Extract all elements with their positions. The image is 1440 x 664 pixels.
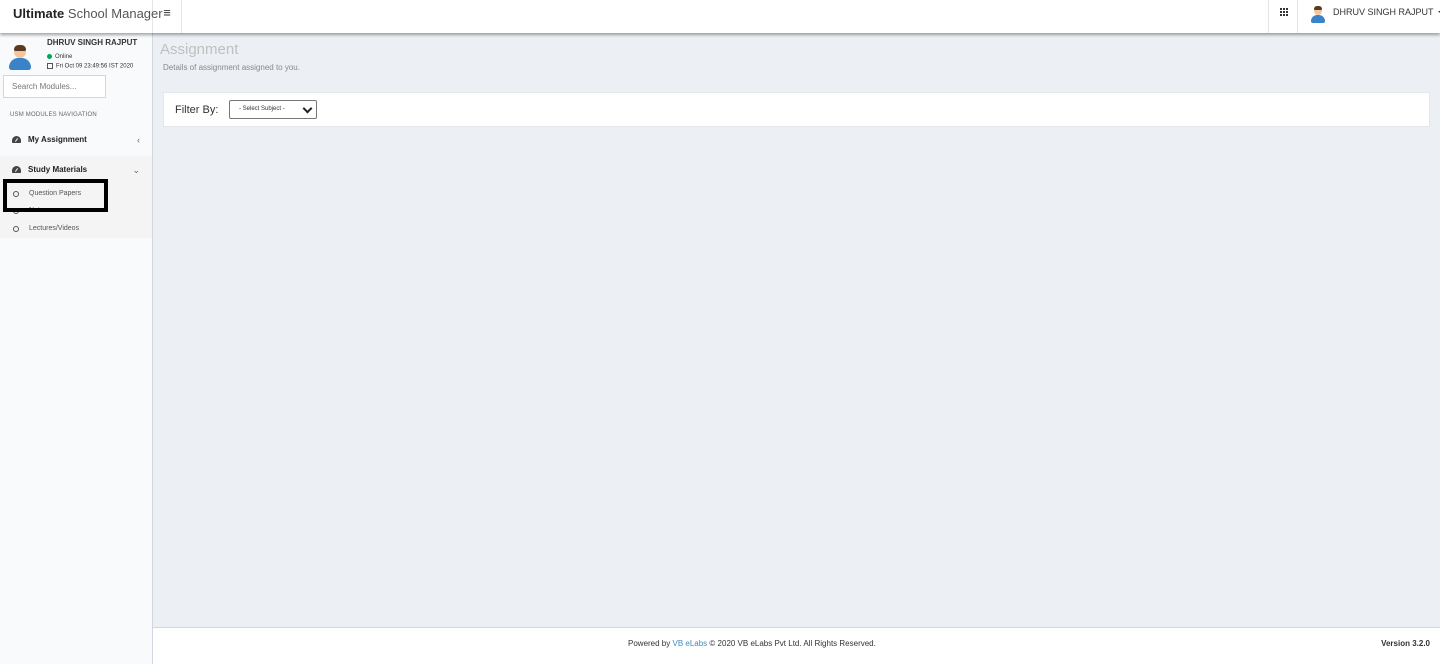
footer: Powered by VB eLabs © 2020 VB eLabs Pvt … <box>153 627 1440 664</box>
circle-icon <box>13 226 19 232</box>
avatar <box>1310 5 1326 25</box>
sidebar: DHRUV SINGH RAJPUT Online Fri Oct 09 23:… <box>0 33 153 664</box>
submenu-item-lectures-videos[interactable]: Lectures/Videos <box>0 221 152 238</box>
sidebar-item-label: My Assignment <box>28 135 87 144</box>
dashboard-icon <box>12 136 21 143</box>
nav-section-header: USM MODULES NAVIGATION <box>10 112 97 118</box>
version-label: Version 3.2.0 <box>1381 639 1430 648</box>
brand-bold: Ultimate <box>13 6 65 21</box>
sidebar-user-name: DHRUV SINGH RAJPUT <box>47 38 138 47</box>
page-title: Assignment <box>160 41 239 58</box>
filter-panel: Filter By: - Select Subject - <box>163 92 1430 127</box>
apps-menu-button[interactable] <box>1268 0 1298 33</box>
powered-by-text: Powered by <box>628 639 671 648</box>
user-menu-name: DHRUV SINGH RAJPUT <box>1333 7 1434 17</box>
copyright-text: © 2020 VB eLabs Pvt Ltd. All Rights Rese… <box>709 639 876 648</box>
chevron-down-icon <box>302 103 313 114</box>
company-link[interactable]: VB eLabs <box>672 639 707 648</box>
chevron-left-icon: ‹ <box>137 135 140 145</box>
subject-select[interactable]: - Select Subject - <box>229 100 317 119</box>
page-subtitle: Details of assignment assigned to you. <box>163 63 300 72</box>
top-navbar: Ultimate School Manager ≡ DHRUV SINGH RA… <box>0 0 1440 33</box>
submenu-label: Lectures/Videos <box>29 225 80 232</box>
hamburger-icon: ≡ <box>163 5 171 20</box>
sidebar-item-label: Study Materials <box>28 165 88 174</box>
sidebar-item-my-assignment[interactable]: My Assignment ‹ <box>0 126 152 155</box>
grid-icon <box>1280 8 1288 16</box>
app-logo[interactable]: Ultimate School Manager <box>0 0 163 33</box>
user-avatar <box>6 43 34 71</box>
subject-select-value: - Select Subject - <box>239 106 285 112</box>
filter-label: Filter By: <box>175 104 219 116</box>
selection-highlight-box <box>3 179 108 212</box>
brand-light: School Manager <box>67 6 163 21</box>
user-menu-dropdown[interactable]: DHRUV SINGH RAJPUT <box>1307 0 1440 33</box>
dashboard-icon <box>12 166 21 173</box>
online-status-icon <box>47 54 52 59</box>
calendar-icon <box>47 63 53 69</box>
sidebar-toggle-button[interactable]: ≡ <box>153 0 182 33</box>
chevron-down-icon: ⌄ <box>132 165 140 175</box>
search-modules-input[interactable] <box>3 75 106 98</box>
status-text: Online <box>55 54 73 61</box>
login-datetime: Fri Oct 09 23:49:56 IST 2020 <box>56 63 134 70</box>
